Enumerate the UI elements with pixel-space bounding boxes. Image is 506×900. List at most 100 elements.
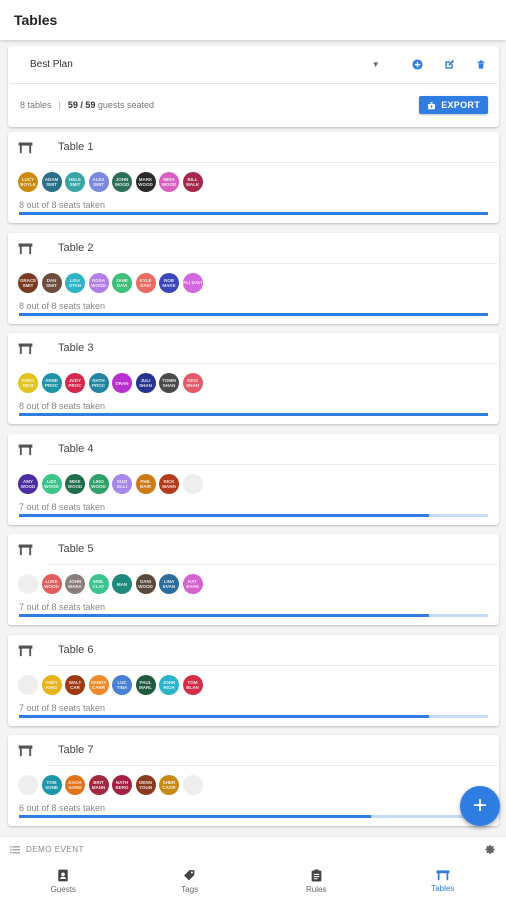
guest-avatar[interactable]: ALEX SMIT	[88, 172, 109, 192]
seat-list: GREG REVI ANNE PROC JUDY PROC NATH PROC DRAN…	[18, 373, 206, 393]
seats-progress-bar	[19, 212, 488, 215]
table-card[interactable]: Table 5 LUKE WOOD JOHN MARA EMIL CLAY MAN DAN…	[8, 534, 499, 625]
seats-progress-bar	[19, 614, 488, 617]
table-card[interactable]: Table 2 GRACE SMIT DAN SMIT LISA STAN ROSA W…	[8, 232, 499, 324]
guest-avatar[interactable]: TOM SONE	[41, 775, 62, 795]
table-card-header: Table 1	[18, 132, 497, 163]
guest-avatar[interactable]: KAT EVAN	[182, 574, 203, 594]
guest-avatar[interactable]: NATH BERG	[112, 775, 132, 795]
guest-avatar[interactable]: JUDY PROC	[65, 373, 85, 393]
seats-progress-fill	[19, 513, 430, 517]
seats-progress-fill	[19, 212, 488, 215]
guest-avatar[interactable]: PHIL BAIR	[135, 473, 156, 494]
plan-select[interactable]: Best Plan	[30, 59, 358, 70]
guest-avatar[interactable]: MIKE WOOD	[65, 473, 85, 494]
guest-avatar[interactable]: TOMM SHAN	[159, 373, 179, 393]
guest-avatar[interactable]: DANI WOOD	[135, 574, 156, 594]
table-icon	[18, 243, 33, 254]
guest-avatar[interactable]: KACH GARD	[65, 775, 85, 795]
empty-seat[interactable]	[18, 574, 38, 594]
edit-plan-button[interactable]	[433, 51, 465, 79]
guest-avatar[interactable]: DRAN	[112, 373, 132, 393]
guest-avatar[interactable]: WALT CAR	[65, 674, 85, 695]
guest-avatar[interactable]: LINO WOOD	[88, 473, 109, 494]
fab-label: +	[472, 792, 487, 819]
export-button[interactable]: EXPORT	[419, 96, 488, 114]
guest-avatar[interactable]: JULI SHAN	[135, 373, 156, 393]
summary-separator: |	[58, 100, 61, 110]
add-table-button[interactable]: +	[460, 786, 500, 826]
guest-avatar[interactable]: JOHN RICH	[159, 674, 179, 695]
guest-avatar[interactable]: KYLE DAVI	[135, 272, 156, 293]
table-card[interactable]: Table 6 ANDY KING WALT CAR SANDY CARR LUC TI…	[8, 634, 499, 726]
guest-avatar[interactable]: MAN	[112, 574, 132, 594]
guest-avatar[interactable]: BILL WALK	[182, 172, 203, 192]
guest-avatar[interactable]: JOHN MARA	[65, 574, 85, 594]
guest-avatar[interactable]: ROB MAKE	[159, 272, 179, 293]
guest-avatar[interactable]: LUKE WOOD	[41, 574, 62, 594]
delete-plan-button[interactable]	[465, 51, 497, 79]
nav-guests[interactable]: Guests	[0, 862, 127, 900]
guest-avatar[interactable]: SUZI ELLI	[112, 473, 132, 494]
nav-rules[interactable]: Rules	[253, 862, 380, 900]
guest-avatar[interactable]: SHER CAOR	[159, 775, 179, 795]
guest-avatar[interactable]: MIRA WOOD	[159, 172, 179, 192]
contact-book-icon	[58, 869, 68, 881]
guest-avatar[interactable]: ADAM SMIT	[41, 172, 62, 192]
empty-seat[interactable]	[18, 674, 38, 695]
guest-avatar[interactable]: AMY WOOD	[18, 473, 38, 494]
table-card-header: Table 5	[18, 534, 497, 565]
guest-avatar[interactable]: ANDY KING	[41, 674, 62, 695]
guest-avatar[interactable]: LINA EVAN	[159, 574, 179, 594]
empty-seat[interactable]	[18, 775, 38, 795]
dropdown-caret-icon[interactable]: ▼	[372, 60, 380, 69]
guest-avatar[interactable]: LIZZ WOOD	[41, 473, 62, 494]
empty-seat[interactable]	[182, 775, 203, 795]
guest-avatar[interactable]: PAUL MARL	[135, 674, 156, 695]
guest-avatar[interactable]: DENN YOUN	[135, 775, 156, 795]
event-name[interactable]: DEMO EVENT	[26, 845, 84, 854]
guest-avatar[interactable]: LUCY BOYLE	[18, 172, 38, 192]
table-card[interactable]: Table 1 LUCY BOYLE ADAM SMIT HELE SMIT ALEX …	[8, 132, 499, 223]
guest-avatar[interactable]: EMIL CLAY	[88, 574, 109, 594]
gear-icon[interactable]	[485, 844, 496, 855]
guest-avatar[interactable]: GREG REVI	[18, 373, 38, 393]
guest-avatar[interactable]: MARK WOOD	[135, 172, 156, 192]
empty-seat[interactable]	[182, 473, 203, 494]
guest-avatar[interactable]: TOM BLAN	[182, 674, 203, 695]
tag-icon	[184, 869, 195, 880]
table-name: Table 5	[58, 543, 94, 555]
seats-progress-fill	[19, 714, 430, 718]
table-icon	[18, 645, 33, 656]
guest-avatar[interactable]: JOHN WOOD	[112, 172, 132, 192]
guest-avatar[interactable]: BRIT MANN	[88, 775, 109, 795]
guest-avatar[interactable]: NATH PROC	[88, 373, 109, 393]
table-card[interactable]: Table 3 GREG REVI ANNE PROC JUDY PROC NATH P…	[8, 333, 499, 424]
guest-avatar[interactable]: LUC TINA	[112, 674, 132, 695]
nav-rules-label: Rules	[306, 884, 327, 894]
event-bar: DEMO EVENT	[0, 836, 506, 862]
export-icon	[428, 101, 436, 109]
table-card[interactable]: Table 7 TOM SONE KACH GARD BRIT MANN NATH BE…	[8, 735, 499, 826]
guest-avatar[interactable]: SANDY CARR	[88, 674, 109, 695]
guest-avatar[interactable]: RICK MANN	[159, 473, 179, 494]
guest-avatar[interactable]: ROSA WOOD	[88, 272, 109, 293]
table-card-header: Table 2	[18, 233, 497, 264]
trash-icon	[477, 60, 485, 69]
guest-avatar[interactable]: JANE DAVI	[112, 272, 132, 293]
guest-avatar[interactable]: HELE SMIT	[65, 172, 85, 192]
guest-avatar[interactable]: GRACE SMIT	[18, 272, 38, 293]
guest-avatar[interactable]: KEVI SHAN	[182, 373, 203, 393]
guest-avatar[interactable]: DAN SMIT	[41, 272, 62, 293]
add-plan-button[interactable]	[402, 51, 434, 79]
nav-tables[interactable]: Tables	[380, 862, 506, 900]
nav-tags[interactable]: Tags	[127, 862, 254, 900]
guest-avatar[interactable]: LISA STAN	[65, 272, 85, 293]
table-card[interactable]: Table 4 AMY WOOD LIZZ WOOD MIKE WOOD LINO WO…	[8, 433, 499, 525]
table-name: Table 1	[58, 141, 94, 153]
list-icon	[10, 845, 20, 853]
summary-row: 8 tables | 59 / 59 guests seated EXPORT	[8, 84, 499, 126]
guest-avatar[interactable]: ANNE PROC	[41, 373, 62, 393]
guest-avatar[interactable]: ALI DAVI	[182, 272, 203, 293]
nav-tags-label: Tags	[181, 884, 199, 894]
